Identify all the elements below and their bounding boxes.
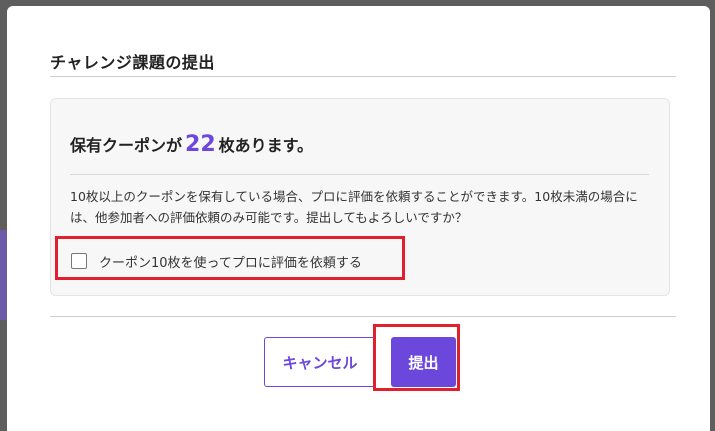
submit-challenge-dialog: チャレンジ課題の提出 保有クーポンが 22 枚あります。 10枚以上のクーポンを保有… — [7, 6, 710, 431]
submit-highlight-box — [373, 324, 460, 391]
footer-divider — [50, 316, 676, 317]
coupon-count: 22 — [185, 132, 216, 157]
checkbox-highlight-box — [55, 236, 405, 280]
panel-divider — [70, 174, 649, 175]
coupon-balance-prefix: 保有クーポンが — [70, 136, 183, 155]
coupon-balance: 保有クーポンが 22 枚あります。 — [70, 132, 313, 157]
coupon-balance-suffix: 枚あります。 — [218, 136, 314, 155]
submission-message: 10枚以上のクーポンを保有している場合、プロに評価を依頼することができます。10… — [70, 189, 638, 225]
title-divider — [50, 76, 676, 77]
cancel-button[interactable]: キャンセル — [264, 337, 376, 387]
dialog-title: チャレンジ課題の提出 — [50, 53, 215, 72]
